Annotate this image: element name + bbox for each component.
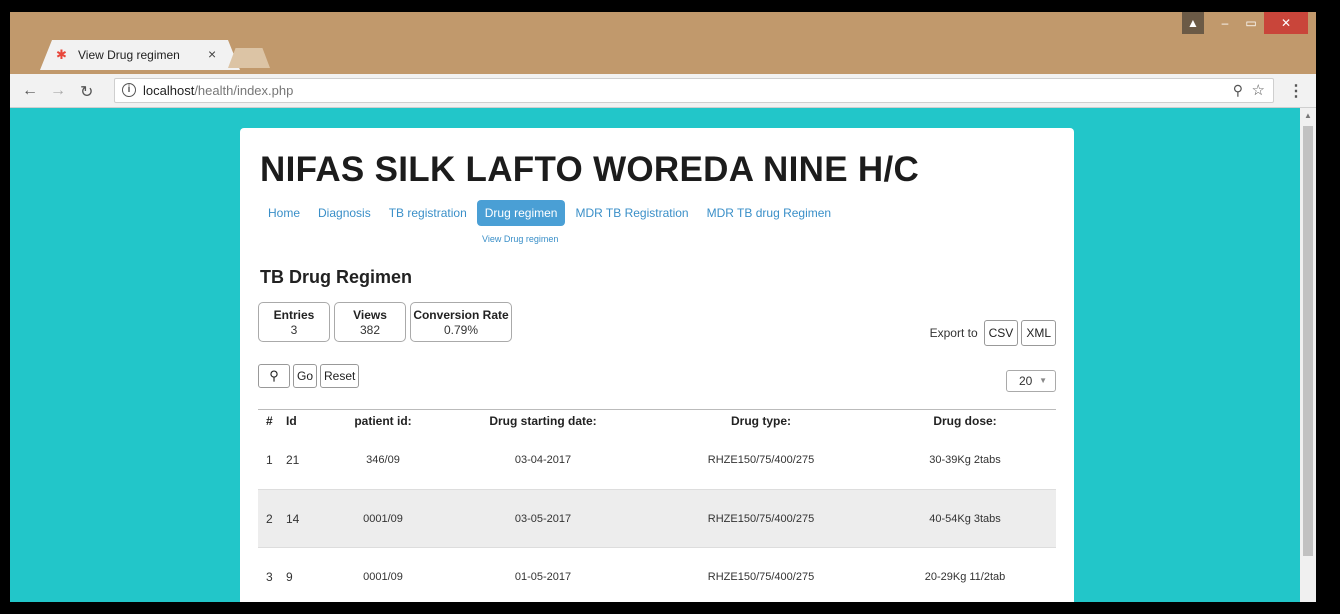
cell-number: 2 [258,489,282,548]
browser-menu-icon[interactable]: ⋮ [1288,81,1304,101]
stat-entries: Entries 3 [258,302,330,342]
cell-drug-dose: 40-54Kg 3tabs [874,489,1056,548]
nav-item-mdr-tb-drug-regimen[interactable]: MDR TB drug Regimen [699,200,840,226]
nav-item-home[interactable]: Home [260,200,308,226]
column-header-id[interactable]: Id [282,409,328,432]
stat-label: Views [353,308,387,322]
forward-arrow-icon[interactable]: → [50,82,66,100]
stat-conversion-rate: Conversion Rate 0.79% [410,302,512,342]
cell-drug-dose: 20-29Kg 11/2tab [924,570,1006,583]
nav-item-mdr-tb-registration[interactable]: MDR TB Registration [567,200,696,226]
cell-drug-starting-date: 03-04-2017 [514,454,572,467]
cell-id: 14 [282,489,328,548]
subnav-view-drug-regimen[interactable]: View Drug regimen [482,234,558,244]
tab-title: View Drug regimen [78,48,180,62]
page-viewport: NIFAS SILK LAFTO WOREDA NINE H/C Home Di… [10,108,1300,602]
scrollbar-thumb[interactable] [1303,126,1313,556]
reload-icon[interactable]: ↻ [80,82,93,102]
section-title: TB Drug Regimen [260,267,413,287]
cell-drug-dose: 30-39Kg 2tabs [929,454,1001,467]
export-label: Export to [929,326,978,340]
export-xml-button[interactable]: XML [1021,320,1056,346]
user-profile-icon[interactable]: ▲ [1182,12,1204,34]
cell-id: 9 [286,569,293,584]
stat-value: 382 [359,323,381,337]
tab-strip: ✱ View Drug regimen × ▲ – ▭ ✕ [10,12,1316,74]
info-icon[interactable]: i [122,83,136,97]
back-arrow-icon[interactable]: ← [22,82,38,100]
cell-number: 3 [266,569,273,584]
stat-views: Views 382 [334,302,406,342]
stats-group: Entries 3 Views 382 Conversion Rate 0.79… [258,302,516,342]
nav-item-drug-regimen[interactable]: Drug regimen [476,200,566,226]
search-controls: ⚲ Go Reset [258,364,362,388]
cell-drug-starting-date: 03-05-2017 [438,489,648,548]
tab-close-icon[interactable]: × [208,46,216,62]
export-group: Export to CSV XML [930,320,1056,346]
drug-regimen-table: # Id patient id: Drug starting date: Dru… [258,409,1056,602]
browser-tab[interactable]: ✱ View Drug regimen × [40,40,240,70]
maximize-button[interactable]: ▭ [1238,12,1264,34]
main-nav: Home Diagnosis TB registration Drug regi… [260,200,841,226]
table-row[interactable]: 3 9 0001/09 01-05-2017 RHZE150/75/400/27… [258,548,1056,603]
scroll-up-arrow-icon[interactable]: ▲ [1304,111,1312,120]
cell-drug-type: RHZE150/75/400/275 [648,489,874,548]
zoom-icon[interactable]: ⚲ [1233,82,1243,99]
column-header-drug-dose[interactable]: Drug dose: [874,409,1056,432]
cell-drug-type: RHZE150/75/400/275 [707,570,815,583]
cell-drug-type: RHZE150/75/400/275 [707,454,815,467]
browser-toolbar: ← → ↻ i localhost/health/index.php ⚲ ☆ ⋮ [10,74,1316,108]
column-header-number[interactable]: # [258,409,282,432]
per-page-select[interactable]: 20 ▼ [1006,370,1056,392]
chevron-down-icon: ▼ [1039,376,1047,385]
cell-drug-starting-date: 01-05-2017 [514,570,572,583]
page-scrollbar[interactable]: ▲ [1300,108,1316,602]
table-header-row: # Id patient id: Drug starting date: Dru… [258,409,1056,432]
screen-frame: ✱ View Drug regimen × ▲ – ▭ ✕ ← → ↻ i lo… [0,0,1340,614]
content-card: NIFAS SILK LAFTO WOREDA NINE H/C Home Di… [240,128,1074,602]
reset-button[interactable]: Reset [320,364,360,388]
per-page-value: 20 [1019,374,1033,388]
column-header-drug-type[interactable]: Drug type: [648,409,874,432]
joomla-favicon-icon: ✱ [56,47,67,62]
column-header-drug-starting-date[interactable]: Drug starting date: [438,409,648,432]
stat-value: 0.79% [443,323,479,337]
stat-label: Entries [273,308,315,322]
url-text: localhost/health/index.php [143,83,294,98]
table-row[interactable]: 2 14 0001/09 03-05-2017 RHZE150/75/400/2… [258,489,1056,548]
table-row[interactable]: 1 21 346/09 03-04-2017 RHZE150/75/400/27… [258,432,1056,490]
search-icon[interactable]: ⚲ [258,364,290,388]
go-button[interactable]: Go [293,364,318,388]
close-window-button[interactable]: ✕ [1264,12,1308,34]
stat-value: 3 [290,323,298,337]
cell-number: 1 [266,453,273,468]
window-controls: ▲ – ▭ ✕ [1182,12,1308,34]
cell-patient-id: 0001/09 [328,489,438,548]
nav-item-diagnosis[interactable]: Diagnosis [310,200,379,226]
cell-patient-id: 346/09 [366,454,400,467]
browser-window: ✱ View Drug regimen × ▲ – ▭ ✕ ← → ↻ i lo… [10,12,1316,602]
minimize-button[interactable]: – [1212,12,1238,34]
address-bar[interactable]: i localhost/health/index.php ⚲ ☆ [114,78,1274,103]
new-tab-button[interactable] [228,48,270,68]
stat-label: Conversion Rate [413,308,509,322]
cell-patient-id: 0001/09 [363,570,403,583]
nav-item-tb-registration[interactable]: TB registration [381,200,475,226]
site-title: NIFAS SILK LAFTO WOREDA NINE H/C [260,150,920,189]
bookmark-star-icon[interactable]: ☆ [1252,81,1265,99]
column-header-patient-id[interactable]: patient id: [328,409,438,432]
export-csv-button[interactable]: CSV [983,320,1019,346]
cell-id: 21 [286,453,300,468]
